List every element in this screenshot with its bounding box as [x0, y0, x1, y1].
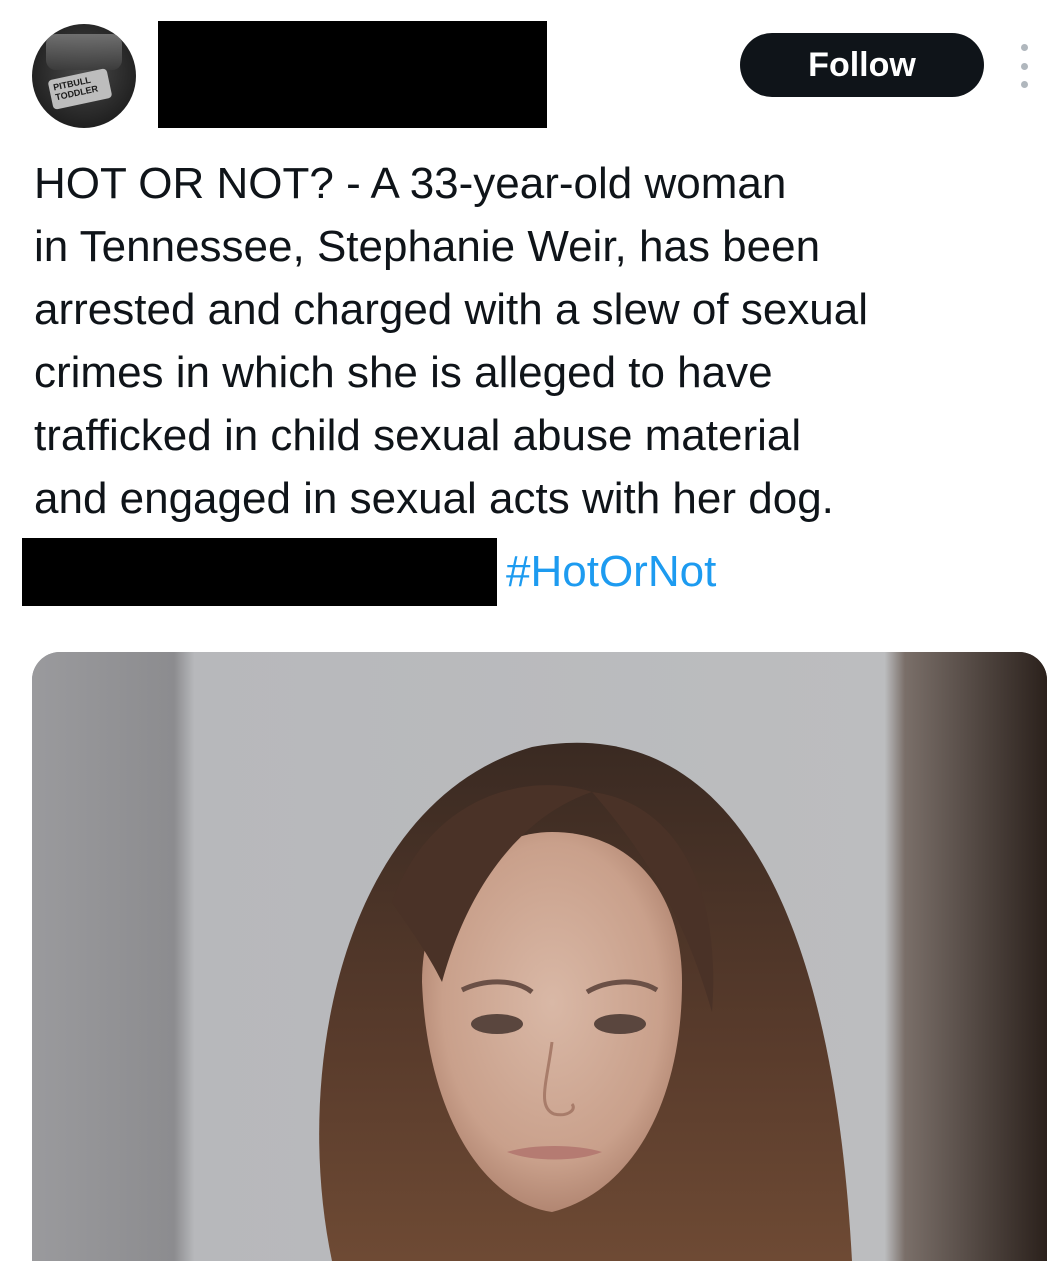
follow-button[interactable]: Follow — [740, 33, 984, 97]
photo-eye-left — [471, 1014, 523, 1034]
more-dot — [1020, 81, 1028, 88]
hashtag-link[interactable]: #HotOrNot — [506, 540, 716, 603]
photo-eye-right — [594, 1014, 646, 1034]
more-dot — [1020, 44, 1028, 51]
redacted-account-name — [158, 21, 547, 128]
tweet-line: in Tennessee, Stephanie Weir, has been — [34, 222, 821, 271]
tweet-line: crimes in which she is alleged to have — [34, 348, 773, 397]
redacted-text-block — [22, 538, 497, 606]
tweet-line: trafficked in child sexual abuse materia… — [34, 411, 802, 460]
tweet-text: HOT OR NOT? - A 33-year-old woman in Ten… — [34, 152, 1024, 530]
more-vertical-icon[interactable] — [1012, 44, 1036, 88]
tweet-line: arrested and charged with a slew of sexu… — [34, 285, 869, 334]
tweet-media-photo[interactable] — [32, 652, 1047, 1261]
tweet-line: and engaged in sexual acts with her dog. — [34, 474, 834, 523]
more-dot — [1020, 62, 1028, 70]
avatar-drum-graphic — [46, 34, 122, 70]
avatar[interactable]: PITBULL TODDLER — [32, 24, 136, 128]
photo-illustration — [32, 652, 1047, 1261]
tweet-line: HOT OR NOT? - A 33-year-old woman — [34, 159, 787, 208]
